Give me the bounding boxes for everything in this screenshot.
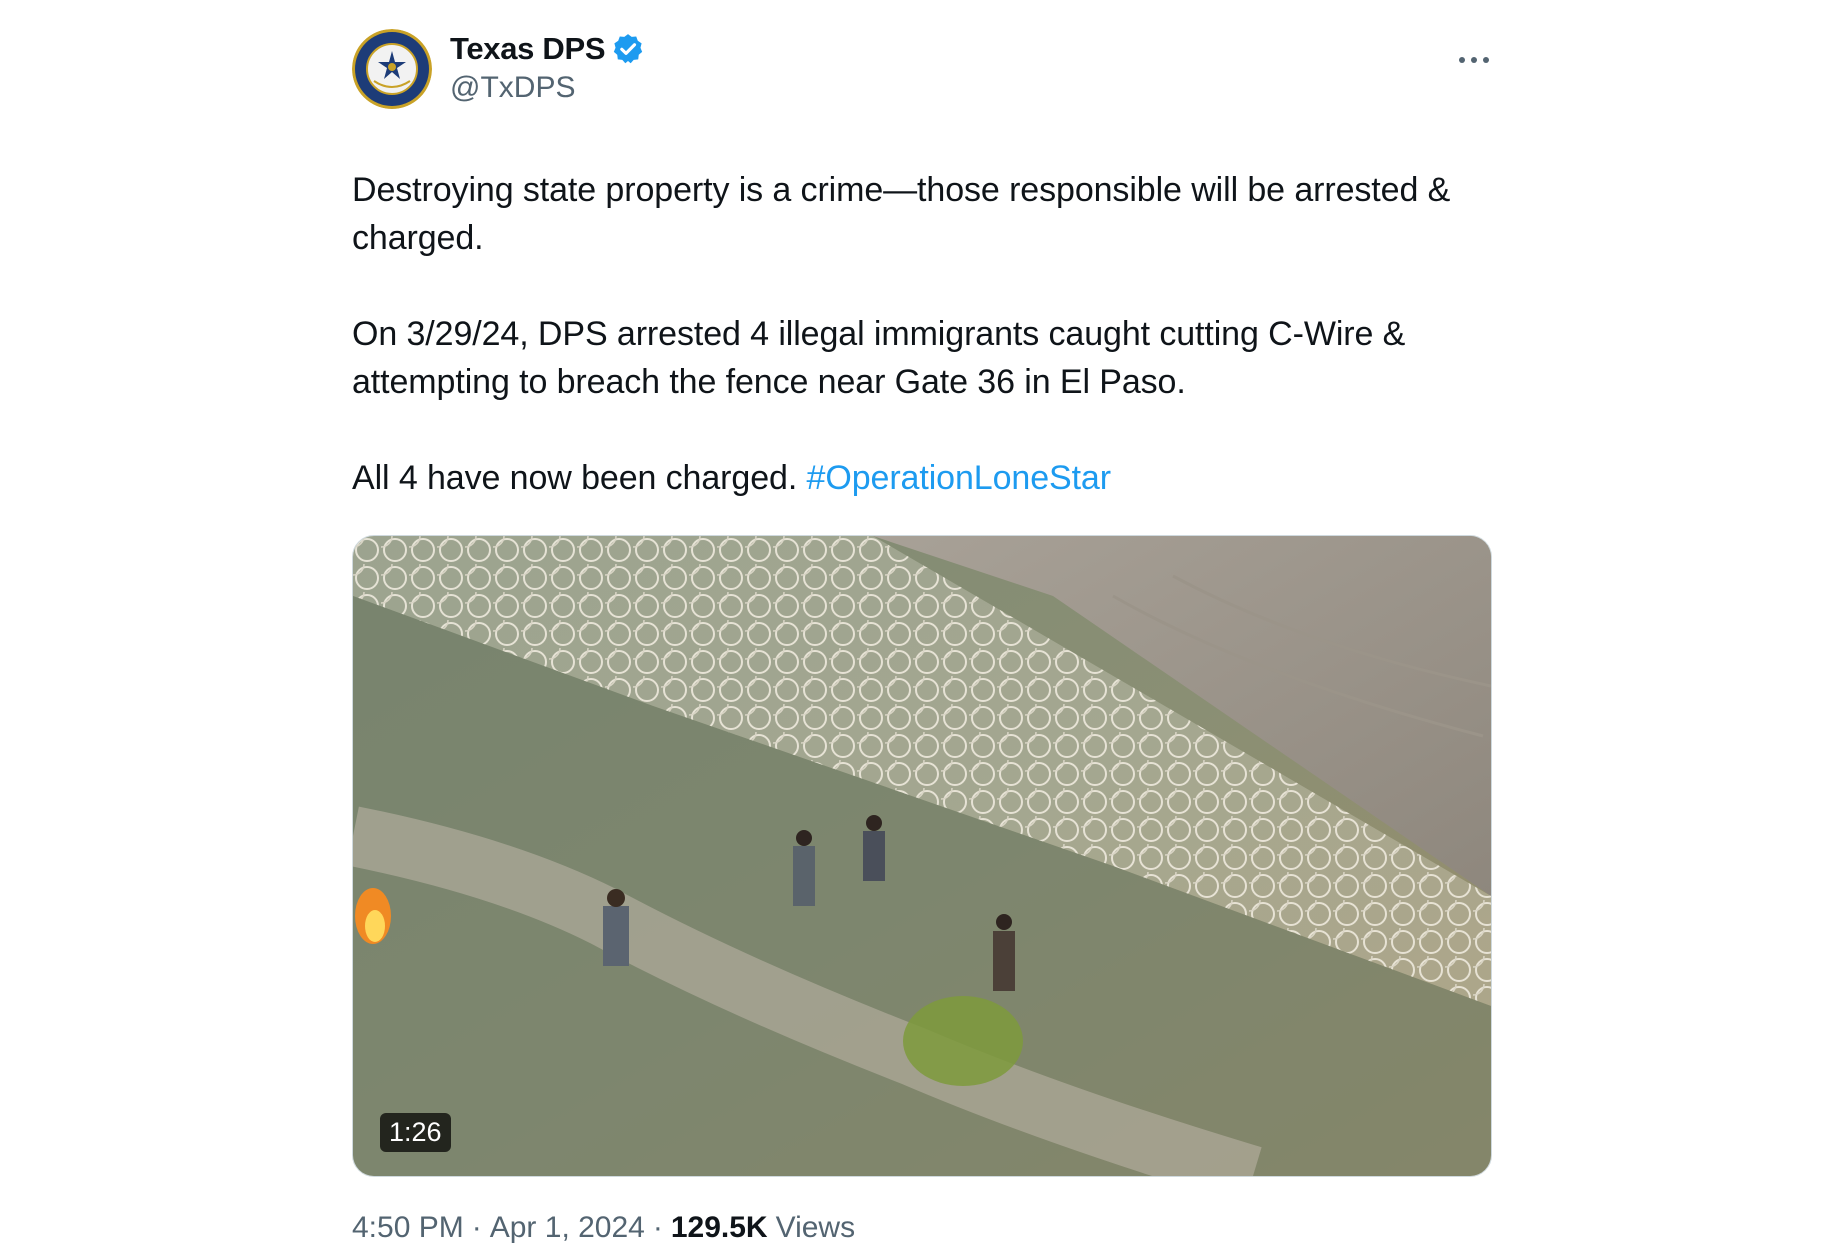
tweet-paragraph: On 3/29/24, DPS arrested 4 illegal immig… <box>352 315 1406 401</box>
meta-separator: · <box>471 1211 482 1244</box>
more-options-icon[interactable] <box>1456 48 1492 72</box>
views-label: Views <box>775 1211 856 1244</box>
tweet-text: Destroying state property is a crime—tho… <box>352 166 1492 502</box>
author-display-name[interactable]: Texas DPS <box>450 31 606 67</box>
meta-separator: · <box>652 1211 663 1244</box>
tweet: Texas DPS @TxDPS Destroying state proper… <box>352 26 1492 1245</box>
author-names: Texas DPS @TxDPS <box>450 29 645 105</box>
video-duration-badge: 1:26 <box>380 1113 451 1152</box>
tweet-paragraph-last: All 4 have now been charged. #OperationL… <box>352 454 1492 502</box>
tweet-meta: 4:50 PM · Apr 1, 2024 · 129.5K Views <box>352 1211 1492 1245</box>
tweet-header: Texas DPS @TxDPS <box>352 26 1492 116</box>
hashtag-link[interactable]: #OperationLoneStar <box>807 459 1112 497</box>
tweet-paragraph-text: All 4 have now been charged. <box>352 459 798 497</box>
avatar[interactable] <box>352 29 432 109</box>
tweet-paragraph: Destroying state property is a crime—tho… <box>352 171 1451 257</box>
video-player[interactable]: 1:26 <box>352 535 1492 1177</box>
dps-seal-icon <box>352 29 432 109</box>
verified-badge-icon <box>611 32 645 66</box>
tweet-time[interactable]: 4:50 PM <box>352 1211 464 1245</box>
author-handle[interactable]: @TxDPS <box>450 71 645 105</box>
tweet-date[interactable]: Apr 1, 2024 <box>490 1211 645 1245</box>
views-count[interactable]: 129.5K <box>671 1211 768 1245</box>
video-thumbnail <box>353 536 1491 1176</box>
